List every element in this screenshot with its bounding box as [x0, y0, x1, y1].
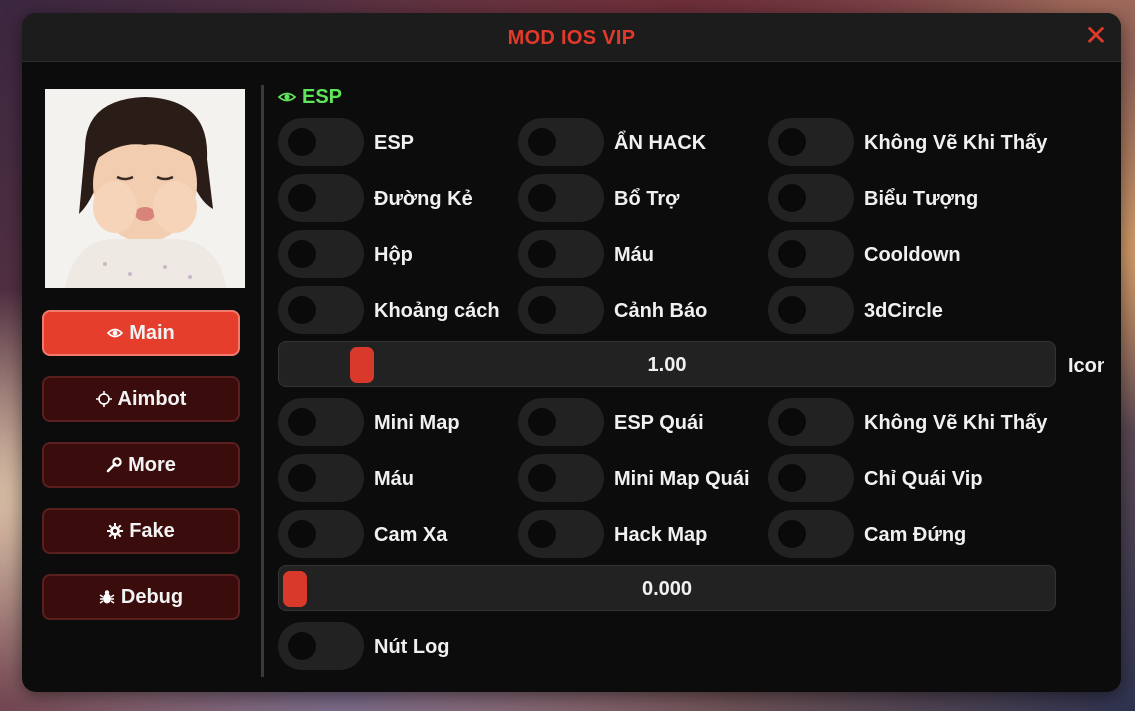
toggle-label: Bổ Trợ [614, 188, 680, 210]
toggle-label: Khoảng cách [374, 300, 500, 322]
mod-menu-window: MOD IOS VIP ✕ Main Aimbot More Fake Debu… [22, 13, 1121, 692]
section-title: ESP [302, 85, 343, 108]
nav-aimbot-button[interactable]: Aimbot [42, 376, 240, 422]
toggle-switch[interactable] [768, 118, 854, 166]
gear-icon [107, 523, 124, 539]
avatar [45, 89, 245, 288]
section-header: ESP [277, 85, 343, 109]
toggle-switch[interactable] [518, 454, 604, 502]
toggle-label: Không Vẽ Khi Thấy [864, 132, 1048, 154]
toggle-switch[interactable] [768, 286, 854, 334]
toggle-label: ẨN HACK [614, 132, 707, 154]
toggle-switch[interactable] [518, 398, 604, 446]
toggle-label: Cảnh Báo [614, 300, 708, 322]
nav-main-label: Main [129, 321, 175, 344]
toggle-switch[interactable] [768, 510, 854, 558]
toggle-switch[interactable] [278, 398, 364, 446]
toggle-label: Cam Xa [374, 524, 448, 546]
slider-value: 1.00 [647, 354, 687, 376]
toggle-label: Mini Map [374, 412, 460, 434]
toggle-label: ESP Quái [614, 412, 704, 434]
toggle-label: Chỉ Quái Vip [864, 468, 983, 490]
icon-size-slider[interactable]: 1.00 [278, 341, 1056, 387]
toggle-switch[interactable] [278, 622, 364, 670]
toggle-label: Hack Map [614, 524, 708, 546]
nav-debug-label: Debug [120, 585, 184, 608]
toggle-switch[interactable] [768, 398, 854, 446]
toggle-switch[interactable] [518, 510, 604, 558]
crosshair-icon [95, 391, 112, 407]
toggle-label: Cooldown [864, 244, 961, 266]
toggle-label: Cam Đứng [864, 524, 967, 546]
nav-debug-button[interactable]: Debug [42, 574, 240, 620]
toggle-label: Đường Kẻ [374, 188, 473, 210]
toggle-switch[interactable] [278, 174, 364, 222]
toggle-switch[interactable] [278, 454, 364, 502]
camera-slider[interactable]: 0.000 [278, 565, 1056, 611]
toggle-switch[interactable] [278, 230, 364, 278]
slider-label: Icon [1068, 355, 1104, 377]
window-title: MOD IOS VIP [507, 27, 636, 49]
close-icon[interactable]: ✕ [1083, 22, 1109, 50]
wrench-icon [106, 457, 122, 473]
toggle-label: Không Vẽ Khi Thấy [864, 412, 1048, 434]
toggle-switch[interactable] [278, 118, 364, 166]
toggle-label: Máu [374, 468, 414, 490]
toggle-label: Biểu Tượng [864, 188, 979, 210]
toggle-label: Hộp [374, 244, 413, 266]
toggle-switch[interactable] [278, 286, 364, 334]
toggle-switch[interactable] [518, 118, 604, 166]
toggle-label: ESP [374, 132, 415, 154]
sidebar-divider [261, 85, 264, 677]
toggle-switch[interactable] [518, 286, 604, 334]
nav-more-button[interactable]: More [42, 442, 240, 488]
eye-icon [107, 325, 124, 341]
nav-aimbot-label: Aimbot [117, 387, 187, 410]
slider-value: 0.000 [641, 578, 693, 600]
toggle-label: Máu [614, 244, 654, 266]
toggle-switch[interactable] [768, 174, 854, 222]
bug-icon [99, 589, 115, 605]
toggle-label: Nút Log [374, 636, 450, 658]
toggle-switch[interactable] [518, 174, 604, 222]
nav-main-button[interactable]: Main [42, 310, 240, 356]
toggle-switch[interactable] [278, 510, 364, 558]
toggle-switch[interactable] [518, 230, 604, 278]
title-bar[interactable]: MOD IOS VIP ✕ [22, 13, 1121, 62]
nav-fake-label: Fake [129, 519, 175, 542]
eye-icon [277, 86, 297, 109]
toggle-switch[interactable] [768, 230, 854, 278]
nav-fake-button[interactable]: Fake [42, 508, 240, 554]
toggle-label: Mini Map Quái [614, 468, 750, 490]
toggle-switch[interactable] [768, 454, 854, 502]
toggle-label: 3dCircle [864, 300, 943, 322]
nav-more-label: More [128, 453, 176, 476]
